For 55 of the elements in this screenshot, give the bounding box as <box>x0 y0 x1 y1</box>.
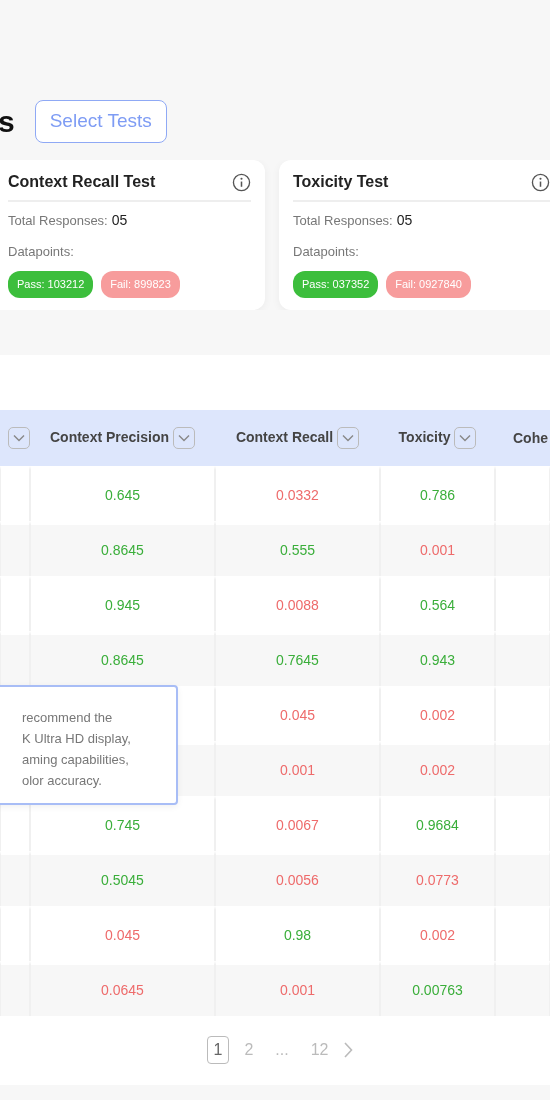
score-value: 0.045 <box>279 707 315 723</box>
dropdown-icon[interactable] <box>173 427 195 450</box>
score-value: 0.564 <box>419 597 455 613</box>
score-value: 0.0773 <box>416 872 459 888</box>
responses-label: Total Responses: <box>8 212 108 230</box>
score-value: 0.8645 <box>101 542 144 558</box>
score-value: 0.645 <box>104 487 140 503</box>
responses-value: 05 <box>111 211 128 230</box>
score-value: 0.943 <box>419 652 455 668</box>
tooltip-line: olor accuracy. <box>21 772 103 790</box>
tooltip-line: K Ultra HD display, <box>21 730 132 748</box>
card-title: Toxicity Test <box>293 172 389 192</box>
column-header[interactable]: Toxicity <box>398 428 451 445</box>
column-header[interactable]: Context Recall <box>235 428 334 445</box>
pass-count: Pass: 103212 <box>8 271 94 298</box>
score-value: 0.555 <box>279 542 315 558</box>
datapoints-label: Datapoints: <box>293 244 359 259</box>
score-value: 0.745 <box>104 817 140 833</box>
score-value: 0.9684 <box>416 817 459 833</box>
column-header[interactable]: Context Precision <box>50 428 169 445</box>
fail-count: Fail: 0927840 <box>386 271 471 298</box>
score-value: 0.0056 <box>276 872 319 888</box>
score-value: 0.002 <box>419 762 455 778</box>
info-icon[interactable] <box>531 172 550 192</box>
score-value: 0.0088 <box>276 597 319 613</box>
responses-value: 05 <box>396 211 413 230</box>
score-value: 0.5045 <box>101 872 144 888</box>
score-value: 0.786 <box>419 487 455 503</box>
datapoints-label: Datapoints: <box>8 244 74 259</box>
score-value: 0.002 <box>419 927 455 943</box>
fail-count: Fail: 899823 <box>101 271 180 298</box>
score-value: 0.0645 <box>101 982 144 998</box>
score-value: 0.045 <box>104 927 140 943</box>
tooltip-line: recommend the <box>21 709 114 727</box>
score-value: 0.00763 <box>412 982 463 998</box>
pass-count: Pass: 037352 <box>293 271 379 298</box>
score-value: 0.945 <box>104 597 140 613</box>
info-icon[interactable] <box>232 172 251 192</box>
next-page-icon[interactable] <box>343 1042 354 1058</box>
dropdown-icon[interactable] <box>454 427 477 450</box>
page-link[interactable]: 1 <box>206 1036 230 1064</box>
score-value: 0.001 <box>279 762 315 778</box>
score-value: 0.98 <box>283 927 312 943</box>
column-header[interactable]: Cohe <box>513 429 548 446</box>
score-value: 0.0067 <box>276 817 319 833</box>
score-value: 0.7645 <box>276 652 319 668</box>
card-title: Context Recall Test <box>8 172 156 192</box>
responses-label: Total Responses: <box>293 212 393 230</box>
dropdown-icon[interactable] <box>337 427 360 450</box>
score-value: 0.8645 <box>101 652 144 668</box>
tooltip-line: aming capabilities, <box>21 751 130 769</box>
score-value: 0.002 <box>419 707 455 723</box>
score-value: 0.001 <box>279 982 315 998</box>
score-value: 0.001 <box>419 542 455 558</box>
score-value: 0.0332 <box>276 487 319 503</box>
